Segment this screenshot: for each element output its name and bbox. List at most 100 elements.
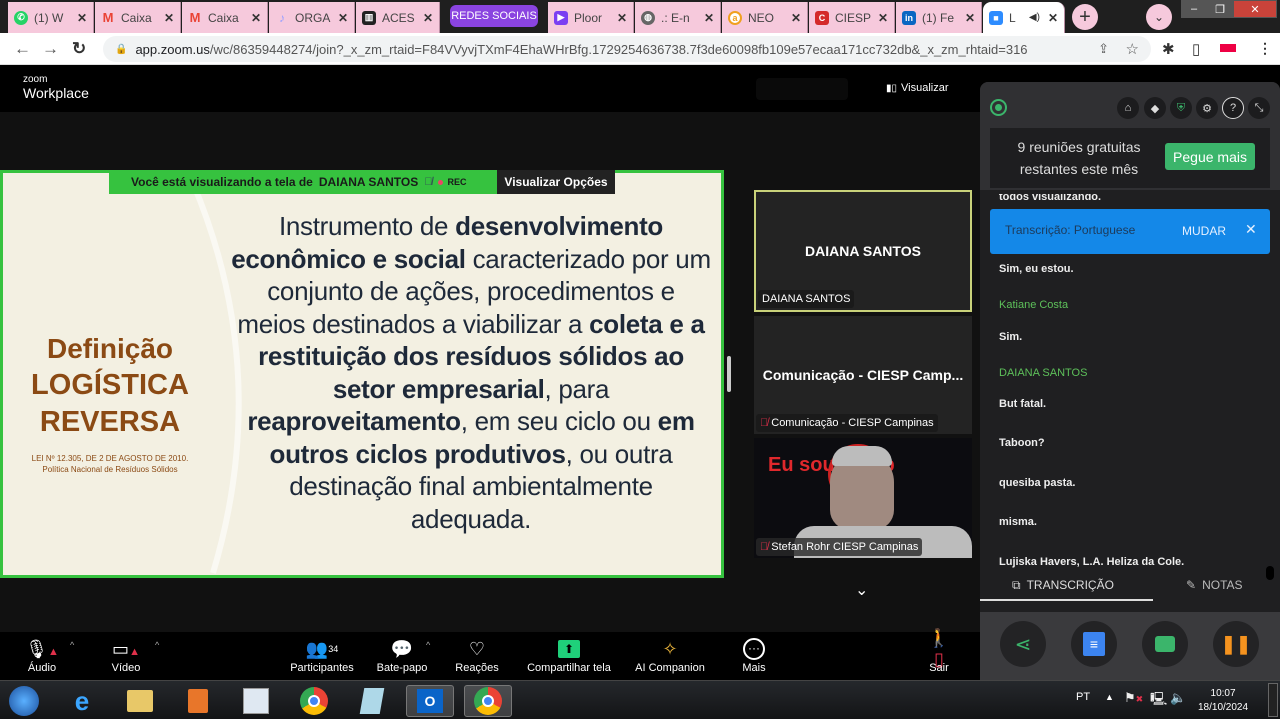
change-language-button[interactable]: MUDAR	[1182, 224, 1226, 238]
close-window-button[interactable]: ✕	[1233, 0, 1277, 18]
maximize-button[interactable]: ❐	[1207, 0, 1233, 18]
browser-tab-strip: ✆ (1) W ✕ M Caixa ✕ M Caixa ✕ ♪ ORGA ✕ ▥ ACES ✕ RE…	[0, 0, 1280, 33]
minimize-button[interactable]: –	[1181, 0, 1207, 18]
chat-icon: 💬	[390, 638, 414, 659]
tab-gmail-2[interactable]: M Caixa ✕	[182, 2, 268, 33]
tab-gmail-1[interactable]: M Caixa ✕	[95, 2, 181, 33]
chat-button[interactable]: 💬 Bate-papo	[374, 636, 430, 675]
back-icon[interactable]: ←	[14, 39, 31, 59]
taskbar-media-player[interactable]	[178, 685, 218, 717]
transcript-line: Sim, eu estou.	[999, 263, 1074, 275]
new-tab-button[interactable]: +	[1072, 4, 1098, 30]
close-tab-icon[interactable]: ✕	[878, 11, 888, 25]
reload-icon[interactable]: ↻	[72, 39, 86, 59]
bookmark-star-icon[interactable]: ☆	[1126, 40, 1139, 58]
shield-icon[interactable]: ⛨	[1170, 97, 1192, 119]
tab-search-chevron-icon[interactable]: ⌄	[1146, 4, 1172, 30]
volume-icon[interactable]: 🔈	[1170, 690, 1186, 706]
share-label: Compartilhar tela	[527, 662, 611, 674]
tab-zoom-active[interactable]: ■ L ◀) ✕	[983, 2, 1065, 33]
system-clock[interactable]: 10:07 18/10/2024	[1198, 687, 1248, 715]
start-button[interactable]	[4, 685, 44, 717]
taskbar-explorer[interactable]	[120, 685, 160, 717]
neo-icon: a	[728, 10, 742, 25]
video-tile-daiana[interactable]: DAIANA SANTOS DAIANA SANTOS	[754, 190, 972, 312]
close-tab-icon[interactable]: ✕	[1048, 11, 1058, 25]
share-screen-button[interactable]: ⬆ Compartilhar tela	[524, 636, 614, 674]
close-tab-icon[interactable]: ✕	[617, 11, 627, 25]
splitter-handle[interactable]	[727, 356, 731, 392]
collapse-icon[interactable]: ⤡	[1248, 97, 1270, 119]
extensions-puzzle-icon[interactable]: ✱	[1162, 40, 1175, 58]
participants-count: 34	[328, 644, 339, 654]
view-options-button[interactable]: Visualizar Opções	[497, 170, 615, 194]
chat-options-caret-icon[interactable]: ^	[426, 640, 430, 650]
pause-button[interactable]: ❚❚	[1213, 621, 1259, 667]
close-tab-icon[interactable]: ✕	[791, 11, 801, 25]
eraser-icon[interactable]: ◆	[1144, 97, 1166, 119]
action-center-flag-icon[interactable]: ⚑✖	[1124, 690, 1143, 706]
tab-e-n[interactable]: ◍ .: E-n ✕	[635, 2, 721, 33]
forward-icon[interactable]: →	[42, 39, 59, 59]
camera-button[interactable]	[1142, 621, 1188, 667]
leave-button[interactable]: 🚶▯ Sair	[924, 628, 954, 674]
language-indicator[interactable]: PT	[1076, 691, 1090, 703]
show-hidden-icons[interactable]: ▲	[1105, 692, 1114, 702]
show-desktop-button[interactable]	[1268, 683, 1278, 717]
video-button[interactable]: ▭▲ Vídeo	[104, 636, 148, 675]
tab-notes[interactable]: ✎ NOTAS	[1186, 578, 1243, 592]
share-page-icon[interactable]: ⇪	[1098, 41, 1109, 57]
screen-share-banner: Você está visualizando a tela de DAIANA …	[109, 170, 497, 194]
participants-button[interactable]: 👥 34 Participantes	[288, 636, 356, 675]
transcript-speaker: DAIANA SANTOS	[999, 367, 1088, 379]
browser-menu-icon[interactable]: ⋮	[1258, 40, 1272, 57]
video-tile-comunicacao[interactable]: Comunicação - CIESP Camp... 🎙̸ Comunicaçã…	[754, 316, 972, 434]
network-icon[interactable]: 🖳	[1150, 690, 1167, 712]
close-tab-icon[interactable]: ✕	[77, 11, 87, 25]
close-tab-icon[interactable]: ✕	[423, 11, 433, 25]
ai-companion-button[interactable]: ✧ AI Companion	[632, 636, 708, 675]
camera-icon	[1155, 636, 1175, 652]
close-tab-icon[interactable]: ✕	[338, 11, 348, 25]
document-button[interactable]: ≡	[1071, 621, 1117, 667]
audio-options-caret-icon[interactable]: ^	[70, 640, 74, 650]
more-button[interactable]: ··· Mais	[736, 636, 772, 674]
tab-ploomes[interactable]: ▶ Ploor ✕	[548, 2, 634, 33]
taskbar-app[interactable]	[236, 685, 276, 717]
side-panel-icon[interactable]: ▯	[1192, 40, 1200, 58]
view-button[interactable]: ▮▯ Visualizar	[886, 82, 949, 94]
address-bar[interactable]: 🔒 app.zoom.us/wc/86359448274/join?_x_zm_…	[103, 36, 1151, 62]
chevron-down-icon[interactable]: ⌄	[855, 580, 868, 600]
taskbar-notepad[interactable]	[352, 685, 392, 717]
close-tab-icon[interactable]: ✕	[251, 11, 261, 25]
close-tab-icon[interactable]: ✕	[164, 11, 174, 25]
taskbar-outlook[interactable]: O	[406, 685, 454, 717]
taskbar-ie[interactable]: e	[62, 685, 102, 717]
tab-linkedin[interactable]: in (1) Fe ✕	[896, 2, 982, 33]
audio-button[interactable]: 🎙▲ Áudio	[22, 636, 62, 675]
close-tab-icon[interactable]: ✕	[704, 11, 714, 25]
speaker-icon[interactable]: ◀)	[1029, 12, 1040, 23]
close-icon[interactable]: ✕	[1245, 221, 1257, 238]
home-icon[interactable]: ⌂	[1117, 97, 1139, 119]
close-tab-icon[interactable]: ✕	[965, 11, 975, 25]
extension-ciesp-icon[interactable]	[1220, 44, 1236, 52]
share-button[interactable]: ⋖	[1000, 621, 1046, 667]
get-more-button[interactable]: Pegue mais	[1165, 143, 1255, 170]
tab-neo[interactable]: a NEO ✕	[722, 2, 808, 33]
taskbar-chrome-active[interactable]	[464, 685, 512, 717]
tab-trello[interactable]: ▥ ACES ✕	[356, 2, 440, 33]
reactions-button[interactable]: ♡ Reações	[454, 636, 500, 675]
tab-whatsapp[interactable]: ✆ (1) W ✕	[8, 2, 94, 33]
video-options-caret-icon[interactable]: ^	[155, 640, 159, 650]
help-icon[interactable]: ?	[1222, 97, 1244, 119]
tab-transcription[interactable]: ⧉ TRANSCRIÇÃO	[1012, 578, 1114, 593]
taskbar-chrome[interactable]	[294, 685, 334, 717]
mic-muted-icon: 🎙̸	[760, 541, 769, 553]
gear-icon[interactable]: ⚙	[1196, 97, 1218, 119]
layout-toggle[interactable]	[756, 78, 848, 100]
tab-group-redes-sociais[interactable]: REDES SOCIAIS	[450, 5, 538, 27]
tab-ciesp[interactable]: C CIESP ✕	[809, 2, 895, 33]
video-tile-stefan[interactable]: Eu sou Ciesp 🎙̸ Stefan Rohr CIESP Campina…	[754, 438, 972, 558]
tab-orga[interactable]: ♪ ORGA ✕	[269, 2, 355, 33]
